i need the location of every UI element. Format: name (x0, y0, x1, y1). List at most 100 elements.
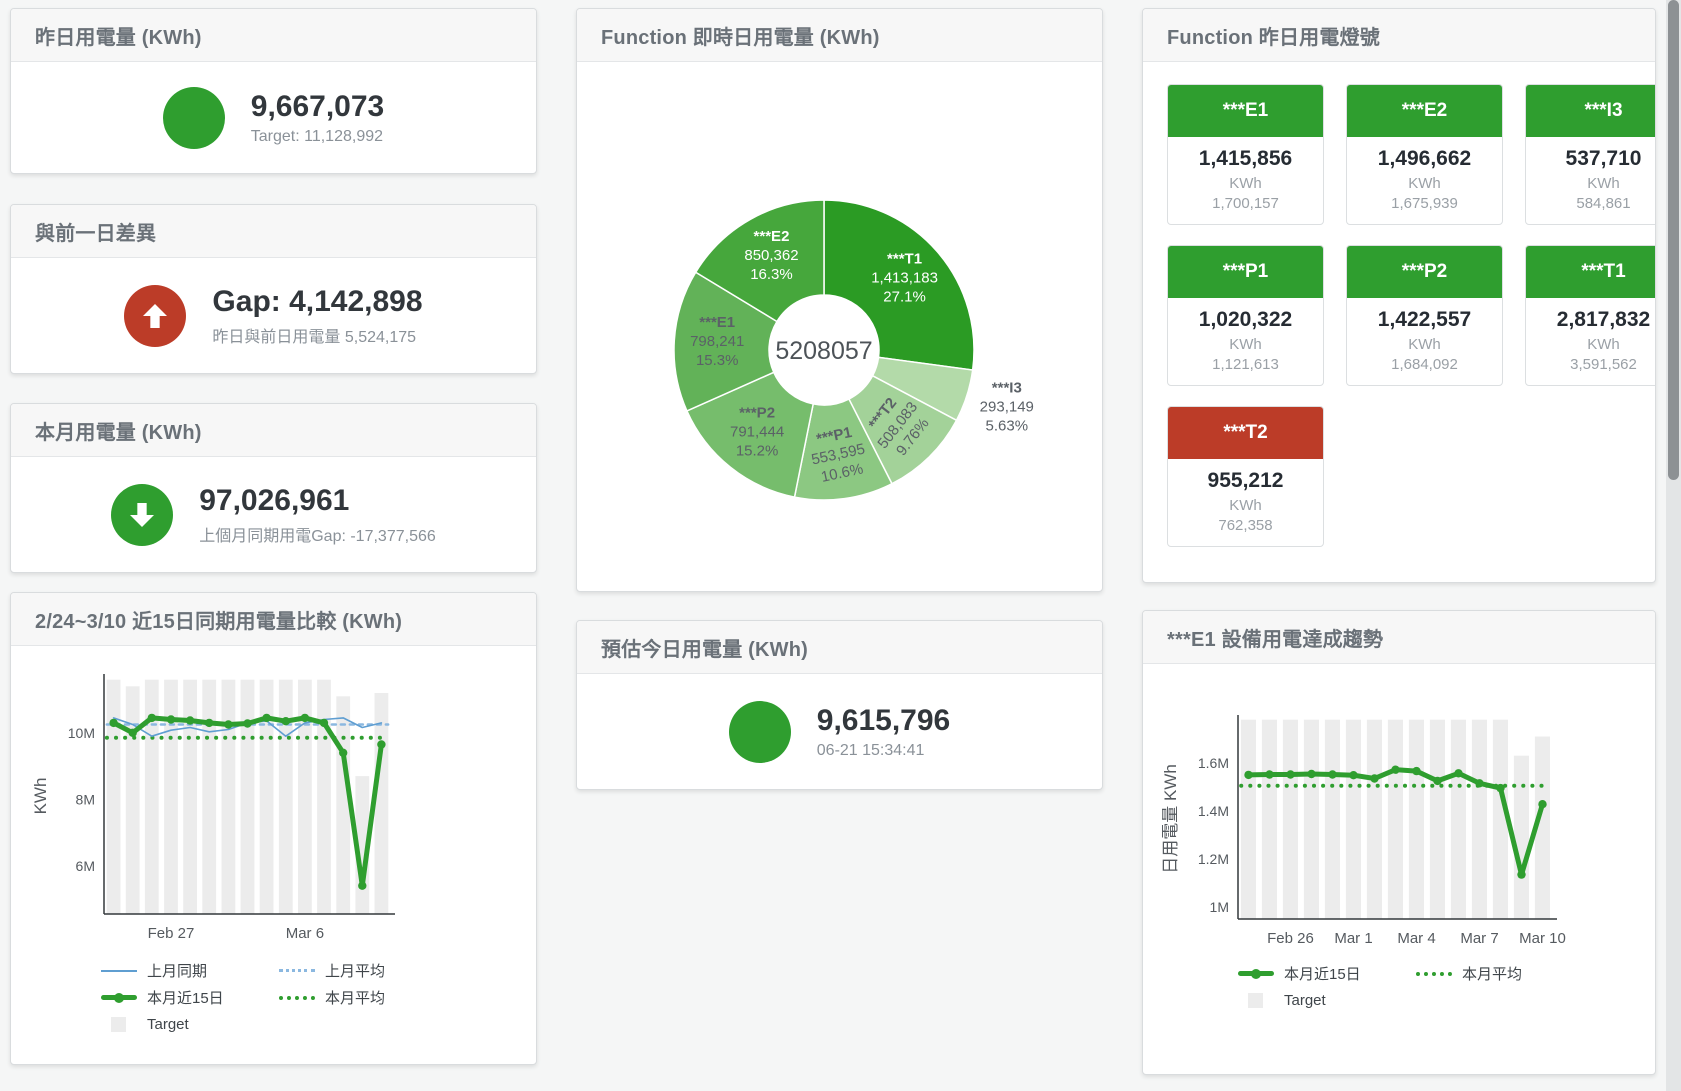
legend-item[interactable]: Target (101, 1016, 189, 1033)
light-tile-value: 1,020,322 (1174, 308, 1317, 332)
legend-item[interactable]: 本月平均 (279, 987, 385, 1008)
light-tile-body: 537,710KWh584,861 (1526, 137, 1656, 224)
light-tile: ***T12,817,832KWh3,591,562 (1525, 245, 1656, 386)
light-tile-target: 584,861 (1532, 195, 1656, 212)
target-bar (1514, 756, 1529, 919)
y-tick-label: 8M (76, 791, 95, 807)
light-tile-label: ***P1 (1168, 246, 1323, 298)
light-tile-body: 1,415,856 KWh 1,700,157 (1168, 137, 1323, 224)
month-usage-gap: 上個月同期用電Gap: -17,377,566 (199, 522, 436, 546)
target-bar (1346, 720, 1361, 919)
light-tile: ***P11,020,322KWh1,121,613 (1167, 245, 1324, 386)
light-tile-value: 1,415,856 (1174, 147, 1317, 171)
compare-line-chart: 6M8M10MFeb 27Mar 6KWh (11, 666, 536, 951)
arrow-up-icon (139, 300, 171, 332)
y-tick-label: 1.6M (1198, 755, 1229, 771)
scrollbar-thumb[interactable] (1668, 0, 1679, 480)
panel-compare-body: 6M8M10MFeb 27Mar 6KWh 上月同期上月平均本月近15日本月平均… (11, 646, 536, 1065)
target-bar (107, 680, 121, 914)
target-bar (1388, 720, 1403, 919)
light-tile-target: 1,121,613 (1174, 356, 1317, 373)
light-tile: ***I3537,710KWh584,861 (1525, 84, 1656, 225)
light-tile-target: 1,684,092 (1353, 356, 1496, 373)
panel-month-title: 本月用電量 (KWh) (35, 416, 202, 445)
panel-trend-header: ***E1 設備用電達成趨勢 (1143, 611, 1655, 664)
light-tile: ***E21,496,662KWh1,675,939 (1346, 84, 1503, 225)
legend-item[interactable]: Target (1238, 992, 1326, 1009)
light-tile-label: ***E1 (1168, 85, 1323, 137)
light-tile-unit: KWh (1353, 175, 1496, 192)
legend-marker-thick-icon (101, 995, 137, 1000)
target-bar (1325, 720, 1340, 919)
legend-label: 本月近15日 (147, 987, 224, 1008)
y-axis-label: 日用電量 KWh (1161, 764, 1180, 874)
light-tile-label: ***P2 (1347, 246, 1502, 298)
estimate-value: 9,615,796 (817, 704, 950, 739)
panel-month-body: 97,026,961 上個月同期用電Gap: -17,377,566 (11, 457, 536, 573)
light-tile: ***E1 1,415,856 KWh 1,700,157 (1167, 84, 1324, 225)
estimate-timestamp: 06-21 15:34:41 (817, 742, 950, 760)
legend-label: 上月平均 (325, 960, 385, 981)
kpi-text: 9,667,073 Target: 11,128,992 (251, 90, 384, 147)
page-scrollbar[interactable] (1666, 0, 1681, 1091)
target-bar (1451, 720, 1466, 919)
light-tile-unit: KWh (1174, 497, 1317, 514)
light-tile-unit: KWh (1353, 336, 1496, 353)
panel-estimate-header: 預估今日用電量 (KWh) (577, 621, 1102, 674)
line-chart-svg: 1M1.2M1.4M1.6MFeb 26Mar 1Mar 4Mar 7Mar 1… (1143, 704, 1655, 954)
legend-marker-dots-icon (279, 969, 315, 972)
target-bar (202, 680, 216, 914)
y-tick-label: 6M (76, 858, 95, 874)
legend-item[interactable]: 本月近15日 (101, 987, 279, 1008)
legend-item[interactable]: 上月平均 (279, 960, 385, 981)
light-tile-value: 955,212 (1174, 469, 1317, 493)
donut-svg: ***T11,413,18327.1%***I3293,1495.63%***T… (577, 62, 1102, 592)
legend-item[interactable]: 本月平均 (1416, 963, 1522, 984)
panel-month-header: 本月用電量 (KWh) (11, 404, 536, 457)
y-tick-label: 1.4M (1198, 803, 1229, 819)
target-bar (1241, 720, 1256, 919)
arrow-down-icon (126, 499, 158, 531)
target-bar (317, 680, 331, 914)
panel-yesterday-header: 昨日用電量 (KWh) (11, 9, 536, 62)
target-bar (1409, 720, 1424, 919)
target-bar (126, 686, 140, 914)
gap-subtitle: 昨日與前日用電量 5,524,175 (212, 323, 422, 347)
arrow-down-circle-icon (111, 484, 173, 546)
legend-marker-dots-bold-icon (1416, 972, 1452, 976)
target-bar (183, 680, 197, 914)
panel-lights-body: ***E1 1,415,856 KWh 1,700,157 ***E21,496,662… (1143, 62, 1655, 583)
legend-item[interactable]: 上月同期 (101, 960, 279, 981)
panel-yesterday-body: 9,667,073 Target: 11,128,992 (11, 62, 536, 174)
compare-chart-legend: 上月同期 上月平均本月近15日 本月平均 Target (101, 957, 385, 1038)
light-tile-value: 1,422,557 (1353, 308, 1496, 332)
legend-marker-dots-bold-icon (279, 996, 315, 1000)
panel-yesterday-usage: 昨日用電量 (KWh) 9,667,073 Target: 11,128,992 (10, 8, 537, 174)
legend-marker-thick-icon (1238, 971, 1274, 976)
light-tile-body: 1,496,662KWh1,675,939 (1347, 137, 1502, 224)
light-tile-label: ***T2 (1168, 407, 1323, 459)
light-tile-unit: KWh (1532, 336, 1656, 353)
panel-donut-body: ***T11,413,18327.1%***I3293,1495.63%***T… (577, 62, 1102, 592)
yesterday-usage-target: Target: 11,128,992 (251, 128, 384, 146)
month-usage-value: 97,026,961 (199, 484, 436, 519)
target-bar (222, 680, 236, 914)
legend-label: Target (147, 1016, 189, 1033)
panel-estimate-body: 9,615,796 06-21 15:34:41 (577, 674, 1102, 790)
legend-label: 本月平均 (1462, 963, 1522, 984)
light-tile-target: 762,358 (1174, 517, 1317, 534)
legend-row: 本月近15日 本月平均 (101, 984, 385, 1011)
x-tick-label: Mar 4 (1397, 930, 1435, 947)
panel-donut-header: Function 即時日用電量 (KWh) (577, 9, 1102, 62)
light-tile-unit: KWh (1532, 175, 1656, 192)
legend-marker-box-icon (111, 1017, 126, 1032)
light-tile-unit: KWh (1174, 175, 1317, 192)
light-tile-target: 1,700,157 (1174, 195, 1317, 212)
panel-gap-body: Gap: 4,142,898 昨日與前日用電量 5,524,175 (11, 258, 536, 374)
lights-grid: ***E1 1,415,856 KWh 1,700,157 ***E21,496,662… (1143, 62, 1655, 569)
kpi-text: 9,615,796 06-21 15:34:41 (817, 704, 950, 761)
panel-compare-chart: 2/24~3/10 近15日同期用電量比較 (KWh) 6M8M10MFeb 2… (10, 592, 537, 1065)
panel-compare-title: 2/24~3/10 近15日同期用電量比較 (KWh) (35, 605, 402, 634)
legend-row: Target (101, 1011, 385, 1038)
legend-item[interactable]: 本月近15日 (1238, 963, 1416, 984)
